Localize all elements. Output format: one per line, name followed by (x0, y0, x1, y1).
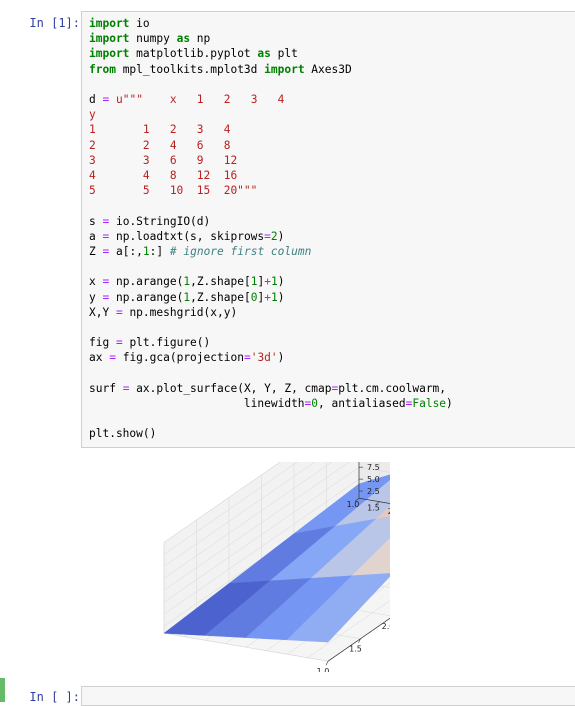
code-line: linewidth=0, antialiased=False) (89, 397, 453, 411)
code-line: ax = fig.gca(projection='3d') (89, 351, 285, 365)
code-line: 1 1 2 3 4 (89, 123, 231, 137)
code-line: y (89, 108, 96, 122)
y-tick-label: 1.0 (347, 500, 360, 509)
code-cell-1-source[interactable]: import io import numpy as np import matp… (89, 16, 453, 442)
y-tick-label: 1.5 (367, 504, 380, 513)
z-tick-label: 2.5 (367, 487, 380, 496)
code-line: plt.show() (89, 427, 157, 441)
z-tick-label: 7.5 (367, 463, 380, 472)
x-tick (325, 661, 329, 666)
code-line: import numpy as np (89, 32, 211, 46)
code-line: surf = ax.plot_surface(X, Y, Z, cmap=plt… (89, 381, 447, 395)
code-line: fig = plt.figure() (89, 336, 211, 350)
x-tick-label: 1.5 (349, 645, 362, 654)
code-line: 5 5 10 15 20""" (89, 184, 258, 198)
x-tick-label: 1.0 (317, 667, 330, 672)
code-line: 3 3 6 9 12 (89, 153, 238, 167)
code-line: s = io.StringIO(d) (89, 214, 211, 228)
code-line: x = np.arange(1,Z.shape[1]+1) (89, 275, 285, 289)
cell-1-prompt: In [1]: (29, 16, 80, 30)
code-cell-1-editor[interactable]: import io import numpy as np import matp… (81, 11, 575, 448)
code-line: 2 2 4 6 8 (89, 138, 231, 152)
z-tick-label: 5.0 (367, 475, 380, 484)
y-tick-label: 2.0 (388, 507, 390, 516)
code-line: d = u""" x 1 2 3 4 (89, 93, 285, 107)
code-line: from mpl_toolkits.mplot3d import Axes3D (89, 62, 352, 76)
surface-plot: 1.01.52.02.53.03.54.01.01.52.02.53.03.54… (163, 403, 524, 676)
code-line: y = np.arange(1,Z.shape[0]+1) (89, 290, 285, 304)
code-line: import io (89, 17, 150, 30)
code-line: X,Y = np.meshgrid(x,y) (89, 305, 238, 319)
code-cell-2-editor[interactable] (81, 686, 575, 706)
code-line: a = np.loadtxt(s, skiprows=2) (89, 229, 285, 243)
cell-1-output-plot: 1.01.52.02.53.03.54.01.01.52.02.53.03.54… (100, 403, 524, 676)
code-line: Z = a[:,1:] # ignore first column (89, 245, 312, 259)
x-tick-label: 2.0 (382, 622, 390, 631)
code-line: 4 4 8 12 16 (89, 169, 238, 183)
code-line: import matplotlib.pyplot as plt (89, 47, 298, 61)
